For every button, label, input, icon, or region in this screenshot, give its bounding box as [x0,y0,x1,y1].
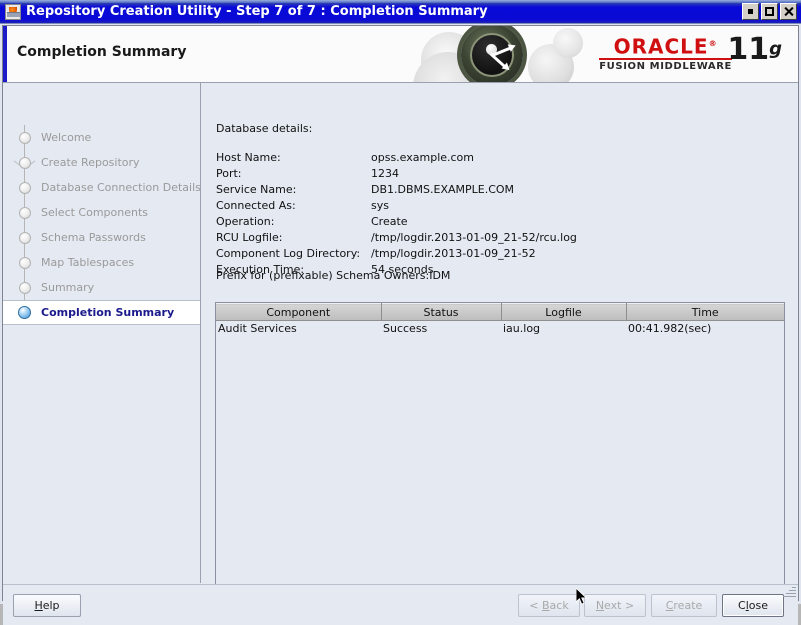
minimize-button[interactable] [742,3,759,20]
sidebar-item-label: Schema Passwords [41,231,146,244]
table-row[interactable]: Audit Services Success iau.log 00:41.982… [216,320,784,337]
create-button-label: Create [665,599,703,612]
sidebar-item-create-repository[interactable]: Create Repository [3,150,200,175]
detail-value: /tmp/logdir.2013-01-09_21-52/rcu.log [371,231,577,244]
cell-logfile: iau.log [501,320,626,337]
sidebar-item-label: Database Connection Details [41,181,201,194]
detail-label: RCU Logfile: [216,231,283,244]
step-node-icon [19,232,31,244]
column-header-component[interactable]: Component [216,303,382,321]
database-details-heading: Database details: [216,122,313,135]
detail-value: opss.example.com [371,151,475,164]
detail-value: DB1.DBMS.EXAMPLE.COM [371,183,515,196]
sidebar-item-label: Summary [41,281,95,294]
step-node-icon [19,257,31,269]
detail-label: Service Name: [216,183,297,196]
close-window-button[interactable] [780,3,797,20]
detail-value: sys [371,199,389,212]
step-node-icon [19,207,31,219]
help-button-label: elp [42,599,60,612]
column-header-time[interactable]: Time [626,303,784,321]
detail-label: Port: [216,167,242,180]
cell-component: Audit Services [216,320,381,337]
java-app-icon [5,4,21,20]
window-title: Repository Creation Utility - Step 7 of … [26,4,488,19]
wizard-steps-list: Welcome Create Repository Database Conne… [3,125,201,325]
detail-label: Connected As: [216,199,296,212]
column-header-logfile[interactable]: Logfile [501,303,627,321]
content-panel: Database details: Host Name: opss.exampl… [202,83,798,586]
maximize-button[interactable] [761,3,778,20]
sidebar-item-schema-passwords[interactable]: Schema Passwords [3,225,200,250]
next-button-label: Next > [595,599,635,612]
components-table: Component Status Logfile Time Audit Serv… [216,303,784,337]
column-header-status[interactable]: Status [381,303,502,321]
title-bar[interactable]: Repository Creation Utility - Step 7 of … [0,0,801,24]
detail-value: /tmp/logdir.2013-01-09_21-52 [371,247,536,260]
step-node-icon [19,182,31,194]
back-button[interactable]: < Back [518,594,580,617]
wizard-steps-sidebar: Welcome Create Repository Database Conne… [3,83,201,583]
back-button-label: < Back [529,599,569,612]
oracle-logo: ORACLE® FUSION MIDDLEWARE 11g [599,32,782,72]
step-node-icon-active [18,306,31,319]
close-button-label: Close [738,599,768,612]
application-window: Repository Creation Utility - Step 7 of … [0,0,801,625]
client-area: Completion Summary ORACLE® FUSION MIDDLE… [2,25,799,625]
help-button[interactable]: Help [13,594,81,617]
step-node-icon [19,132,31,144]
detail-value: Create [371,215,408,228]
cell-time: 00:41.982(sec) [626,320,784,337]
detail-label: Component Log Directory: [216,247,361,260]
sidebar-item-welcome[interactable]: Welcome [3,125,200,150]
sidebar-item-select-components[interactable]: Select Components [3,200,200,225]
version-suffix: g [769,38,782,60]
sidebar-item-map-tablespaces[interactable]: Map Tablespaces [3,250,200,275]
version-number: 11 [727,32,770,67]
fusion-middleware-text: FUSION MIDDLEWARE [599,60,732,72]
step-node-icon [19,282,31,294]
sidebar-item-label: Create Repository [41,156,140,169]
sidebar-item-label: Welcome [41,131,92,144]
close-button[interactable]: Close [722,594,784,617]
sidebar-item-summary[interactable]: Summary [3,275,200,300]
components-table-panel: Component Status Logfile Time Audit Serv… [215,302,785,586]
table-header-row: Component Status Logfile Time [216,303,784,321]
oracle-wordmark: ORACLE® [613,34,718,59]
detail-value: 1234 [371,167,399,180]
page-title: Completion Summary [17,44,187,60]
sidebar-item-completion-summary[interactable]: Completion Summary [3,300,200,325]
oracle-brand-text: ORACLE [613,34,709,59]
footer-button-bar: Help < Back Next > Create Close [3,584,798,625]
page-banner: Completion Summary ORACLE® FUSION MIDDLE… [3,26,798,83]
detail-label: Operation: [216,215,275,228]
sidebar-item-label: Select Components [41,206,149,219]
version-badge: 11g [727,32,782,67]
banner-accent-bar [3,26,7,82]
resize-grip[interactable] [782,584,796,598]
cell-status: Success [381,320,501,337]
create-button[interactable]: Create [651,594,717,617]
window-controls [742,3,797,20]
sidebar-item-label: Completion Summary [41,306,175,319]
sidebar-item-label: Map Tablespaces [41,256,135,269]
schema-prefix-text: Prefix for (prefixable) Schema Owners:ID… [216,269,451,282]
detail-label: Host Name: [216,151,281,164]
sidebar-item-database-connection-details[interactable]: Database Connection Details [3,175,201,200]
next-button[interactable]: Next > [584,594,646,617]
step-node-icon [19,157,31,169]
